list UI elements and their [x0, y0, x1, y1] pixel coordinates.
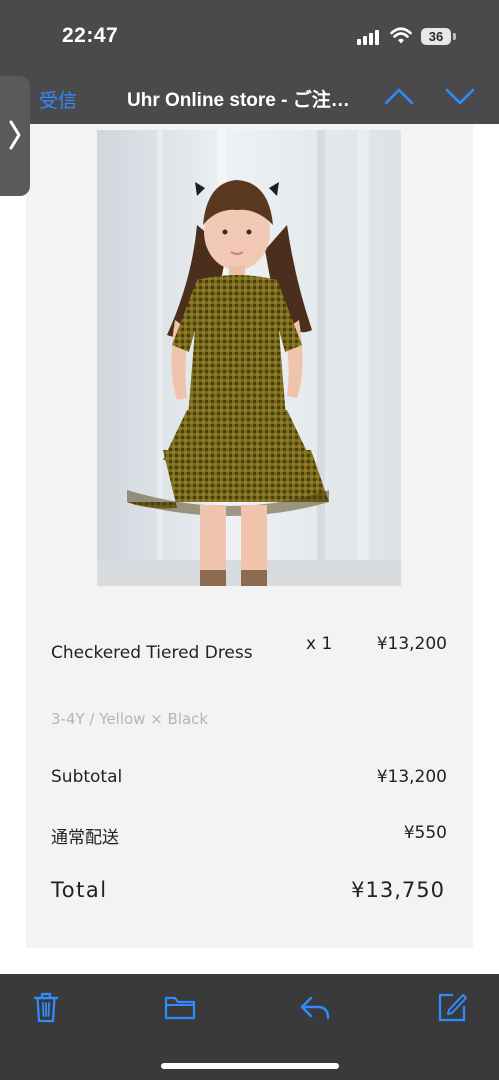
product-photo	[97, 130, 401, 586]
subtotal-label: Subtotal	[51, 767, 123, 787]
chevron-down-icon[interactable]	[445, 84, 475, 108]
item-quantity: x 1	[306, 634, 333, 654]
back-to-inbox-button[interactable]: 受信	[39, 86, 77, 113]
battery-icon: 36	[421, 28, 451, 45]
wifi-icon	[390, 27, 412, 44]
message-subject-title: Uhr Online store - ご注…	[127, 90, 350, 111]
battery-tip	[453, 33, 456, 40]
status-bar: 22:47 36	[0, 0, 499, 70]
total-value: ¥13,750	[351, 878, 445, 902]
cellular-signal-icon	[357, 29, 383, 45]
reply-icon[interactable]	[298, 990, 332, 1024]
mail-screen: 22:47 36 受信 Uhr Online store - ご注… Check…	[0, 0, 499, 1080]
shipping-value: ¥550	[403, 823, 447, 843]
sidebar-toggle-handle[interactable]	[0, 76, 30, 196]
total-label: Total	[51, 878, 108, 902]
item-variant: 3-4Y / Yellow × Black	[51, 710, 209, 728]
shipping-label: 通常配送	[51, 828, 119, 848]
chevron-up-icon[interactable]	[384, 84, 414, 108]
subtotal-value: ¥13,200	[376, 767, 447, 787]
item-name: Checkered Tiered Dress	[51, 643, 253, 663]
home-indicator[interactable]	[161, 1063, 339, 1069]
compose-icon[interactable]	[435, 990, 469, 1024]
trash-icon[interactable]	[29, 990, 63, 1024]
folder-icon[interactable]	[163, 990, 197, 1024]
chevron-right-icon	[9, 120, 21, 150]
nav-bar: 受信 Uhr Online store - ご注…	[0, 70, 499, 124]
status-time: 22:47	[62, 24, 119, 47]
item-price: ¥13,200	[376, 634, 447, 654]
